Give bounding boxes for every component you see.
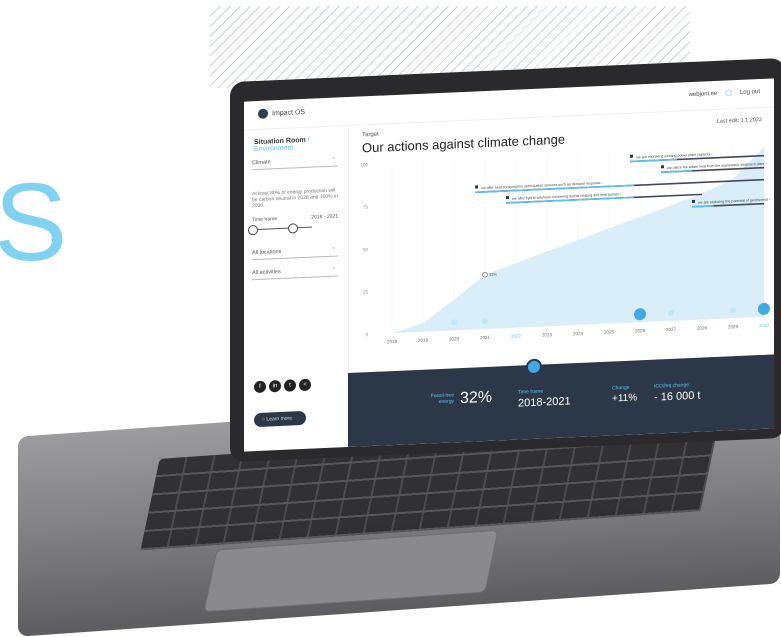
timeline-pin-icon[interactable] <box>526 358 542 376</box>
climate-select[interactable]: Climate <box>252 153 338 171</box>
action-bar-done <box>661 170 692 173</box>
y-tick-label: 100 <box>360 162 368 167</box>
x-tick-label: 2018 <box>387 339 398 344</box>
current-marker <box>482 271 488 278</box>
time-frame-slider[interactable] <box>248 223 312 236</box>
change-value: +11% <box>612 392 638 405</box>
learn-more-label: Learn more <box>266 415 292 423</box>
x-tick-label: 2025 <box>604 329 615 334</box>
x-tick-label: 2027 <box>666 327 677 332</box>
user-email: webjoni.ee <box>688 90 718 98</box>
y-tick-label: 0 <box>365 332 368 337</box>
app-logo[interactable]: Impact OS <box>258 107 305 119</box>
user-icon: ◯ <box>725 90 732 97</box>
logo-icon <box>258 108 268 119</box>
logout-link[interactable]: Log out <box>740 89 760 96</box>
target-label: Target <box>362 131 379 139</box>
facebook-icon[interactable]: f <box>254 380 266 394</box>
locations-select[interactable]: All locations <box>252 243 338 261</box>
action-icon <box>630 154 633 158</box>
change-label: Change <box>612 384 630 392</box>
time-frame-row: Time frame 2018 - 2021 <box>252 213 338 223</box>
fossil-value: 32% <box>460 388 493 408</box>
time-frame-label: Time frame <box>252 216 278 224</box>
share-icon[interactable]: < <box>299 378 311 392</box>
action-icon <box>661 165 664 169</box>
hero-letter: S <box>0 161 68 284</box>
social-links: f in t < <box>254 378 311 394</box>
twitter-icon[interactable]: t <box>284 379 296 392</box>
y-tick-label: 50 <box>363 247 369 252</box>
laptop-screen: Impact OS webjoni.ee ◯ Log out Situation… <box>244 78 774 452</box>
x-tick-label: 2022 <box>511 333 522 338</box>
x-tick-label: 2024 <box>573 331 584 336</box>
linkedin-icon[interactable]: in <box>269 379 281 393</box>
x-tick-label: 2030 <box>759 323 770 328</box>
x-tick-label: 2026 <box>635 328 646 333</box>
x-tick-label: 2028 <box>697 325 708 330</box>
action-icon <box>692 199 695 204</box>
y-tick-label: 25 <box>363 290 369 295</box>
slider-start-handle[interactable] <box>248 224 258 236</box>
x-tick-label: 2019 <box>418 338 429 343</box>
main-panel: Target Our actions against climate chang… <box>348 106 774 448</box>
x-tick-label: 2023 <box>542 332 553 337</box>
current-marker-label: 32% <box>489 272 497 277</box>
fossil-label: Fossil-free energy <box>430 392 454 406</box>
action-icon <box>506 196 509 200</box>
target-note: At least 80% of energy production will b… <box>252 187 338 210</box>
last-edit: Last edit: 1.1.2022 <box>716 116 762 125</box>
x-tick-label: 2020 <box>449 336 460 341</box>
time-frame-value: 2018 - 2021 <box>311 213 338 221</box>
x-tick-label: 2021 <box>480 335 491 340</box>
climate-chart: 0 25 50 75 100 2018 2019 2020 2021 2022 2023 2024 20… <box>360 146 771 344</box>
action-icon <box>475 185 478 189</box>
co2-label: tCO2eq change <box>654 382 690 390</box>
timeframe-value: 2018-2021 <box>518 395 571 410</box>
timeframe-label: Time frame <box>518 388 544 396</box>
activities-select[interactable]: All activities <box>252 263 338 281</box>
y-tick-label: 75 <box>363 205 369 210</box>
x-tick-label: 2029 <box>728 324 739 329</box>
slider-end-handle[interactable] <box>288 223 298 234</box>
brand-name: Impact OS <box>272 108 306 117</box>
learn-more-button[interactable]: ○ Learn more <box>254 410 306 428</box>
sidebar-title: Situation Room / Environment <box>254 135 348 153</box>
co2-value: - 16 000 t <box>654 389 701 404</box>
sidebar: Situation Room / Environment Climate At … <box>244 124 349 452</box>
